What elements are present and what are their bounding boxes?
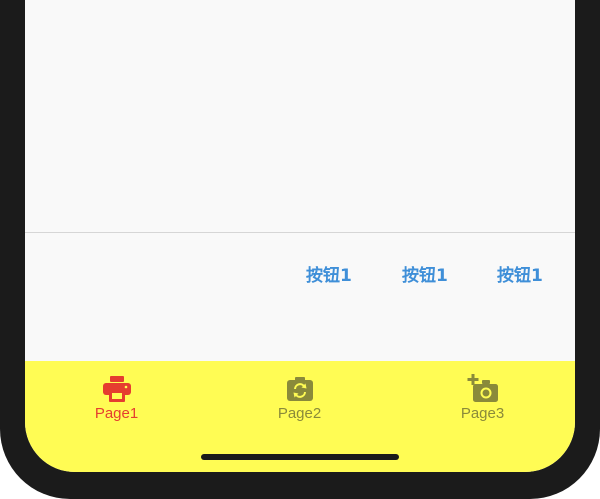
screen: 按钮1 按钮1 按钮1 Page1 Page2 Page3	[25, 0, 575, 472]
tab-page3-label: Page3	[460, 405, 505, 422]
tab-page3[interactable]: Page3	[391, 361, 574, 441]
add-camera-icon	[467, 374, 498, 402]
home-indicator[interactable]	[201, 454, 399, 460]
bottom-tab-bar: Page1 Page2 Page3	[25, 361, 575, 472]
tab-page1-label: Page1	[94, 405, 139, 422]
camera-switch-icon	[286, 377, 313, 401]
tab-page2-label: Page2	[277, 405, 322, 422]
action-button-row: 按钮1 按钮1 按钮1	[25, 233, 575, 361]
device-frame: 按钮1 按钮1 按钮1 Page1 Page2 Page3	[0, 0, 600, 499]
tab-page1[interactable]: Page1	[25, 361, 208, 441]
printer-icon	[102, 376, 131, 402]
content-area	[25, 0, 575, 232]
action-button-3[interactable]: 按钮1	[497, 264, 543, 288]
tab-page2[interactable]: Page2	[208, 361, 391, 441]
action-button-2[interactable]: 按钮1	[402, 264, 448, 288]
action-button-1[interactable]: 按钮1	[306, 264, 352, 288]
